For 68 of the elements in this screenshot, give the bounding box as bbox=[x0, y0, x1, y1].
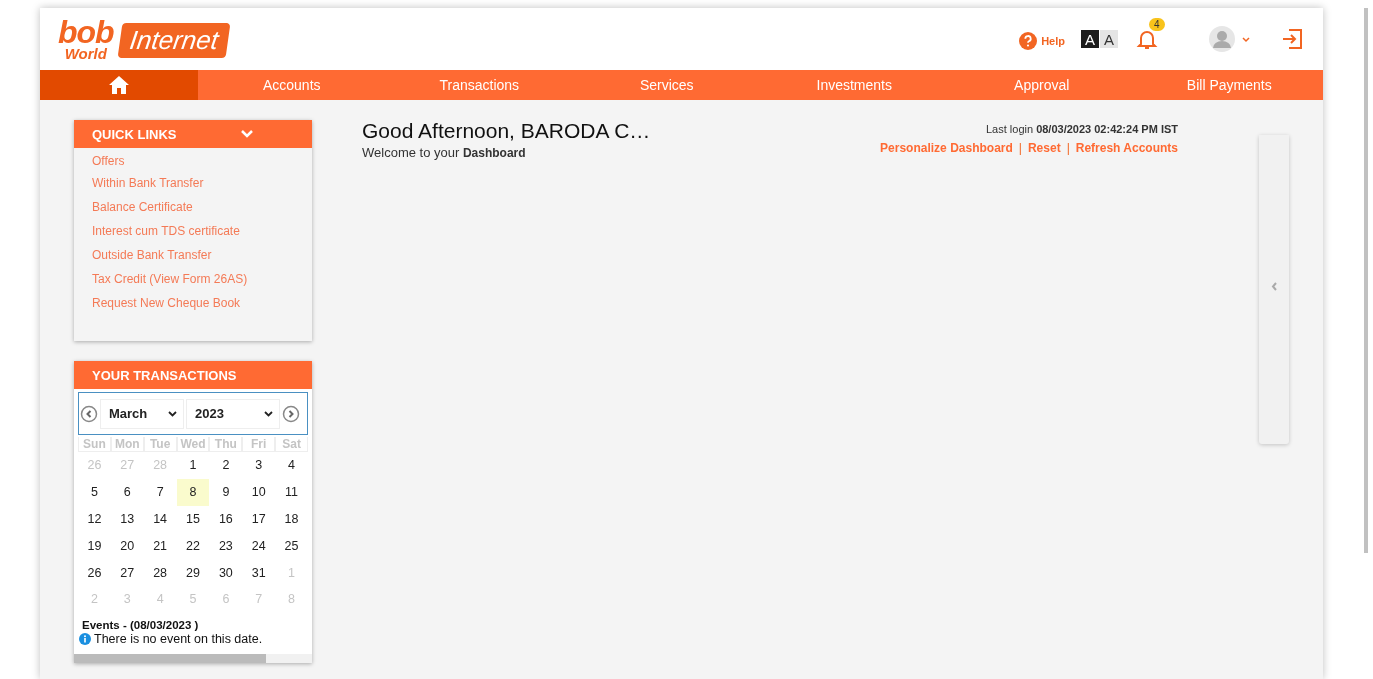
scrollbar[interactable] bbox=[1364, 8, 1368, 553]
logo-subtext: World bbox=[64, 46, 107, 61]
weekday-label: Thu bbox=[209, 437, 243, 452]
calendar-day[interactable]: 17 bbox=[242, 505, 276, 533]
calendar-day[interactable]: 27 bbox=[110, 559, 144, 586]
weekday-label: Sun bbox=[78, 437, 111, 452]
calendar-day[interactable]: 25 bbox=[275, 532, 308, 560]
calendar-day[interactable]: 28 bbox=[143, 559, 177, 586]
info-icon bbox=[79, 632, 91, 645]
link-separator: | bbox=[1018, 141, 1022, 155]
logo-text: bob bbox=[58, 17, 114, 47]
calendar-day[interactable]: 26 bbox=[78, 559, 111, 586]
card-title: QUICK LINKS bbox=[92, 126, 177, 142]
calendar-day[interactable]: 29 bbox=[176, 559, 210, 586]
calendar-day[interactable]: 6 bbox=[110, 478, 144, 506]
weekday-label: Tue bbox=[143, 437, 177, 452]
home-icon bbox=[108, 75, 130, 95]
calendar-day[interactable]: 21 bbox=[143, 532, 177, 560]
greeting: Good Afternoon, BARODA C… bbox=[362, 119, 651, 143]
font-size-button[interactable]: A bbox=[1100, 30, 1118, 48]
month-select[interactable]: March bbox=[100, 398, 184, 429]
weekday-label: Mon bbox=[110, 437, 144, 452]
calendar-day[interactable]: 7 bbox=[143, 478, 177, 506]
calendar-day[interactable]: 12 bbox=[78, 505, 111, 533]
calendar-day[interactable]: 3 bbox=[242, 452, 276, 479]
calendar-day[interactable]: 5 bbox=[78, 478, 111, 506]
events-title: Events - (08/03/2023 ) bbox=[82, 618, 200, 631]
calendar-day[interactable]: 22 bbox=[176, 532, 210, 560]
calendar-day[interactable]: 8 bbox=[176, 478, 210, 506]
year-select[interactable]: 2023 bbox=[186, 398, 280, 429]
calendar-day[interactable]: 15 bbox=[176, 505, 210, 533]
calendar-day[interactable]: 9 bbox=[209, 478, 243, 506]
card-title: YOUR TRANSACTIONS bbox=[92, 367, 237, 383]
help-icon bbox=[1019, 32, 1038, 50]
font-size-button[interactable]: A bbox=[1081, 30, 1099, 48]
link-separator: | bbox=[1066, 141, 1070, 155]
calendar-day[interactable]: 16 bbox=[209, 505, 243, 533]
calendar-day[interactable]: 30 bbox=[209, 559, 243, 586]
calendar-day[interactable]: 10 bbox=[242, 478, 276, 506]
next-icon[interactable] bbox=[282, 404, 300, 423]
calendar-day[interactable]: 4 bbox=[275, 452, 308, 479]
calendar-day[interactable]: 18 bbox=[275, 505, 308, 533]
scrollbar[interactable] bbox=[74, 654, 312, 663]
home-tab[interactable] bbox=[40, 70, 198, 100]
calendar-day[interactable]: 13 bbox=[110, 505, 144, 533]
last-login: Last login 08/03/2023 02:42:24 PM IST bbox=[985, 123, 1178, 135]
calendar-day[interactable]: 14 bbox=[143, 505, 177, 533]
weekday-label: Fri bbox=[242, 437, 276, 452]
logo-badge: Internet bbox=[117, 23, 231, 59]
calendar-day[interactable]: 23 bbox=[209, 532, 243, 560]
notification-badge: 4 bbox=[1149, 18, 1165, 31]
calendar-day[interactable]: 20 bbox=[110, 532, 144, 560]
avatar-icon[interactable] bbox=[1209, 26, 1235, 52]
calendar-day[interactable]: 31 bbox=[242, 559, 276, 586]
weekday-label: Sat bbox=[275, 437, 308, 452]
calendar-day[interactable]: 24 bbox=[242, 532, 276, 560]
chevron-icon bbox=[264, 409, 273, 418]
caret-icon[interactable] bbox=[1241, 34, 1251, 44]
calendar-day[interactable]: 11 bbox=[275, 478, 308, 506]
weekday-label: Wed bbox=[176, 437, 210, 452]
calendar-day[interactable]: 1 bbox=[176, 452, 210, 479]
calendar-day[interactable]: 19 bbox=[78, 532, 111, 560]
event-message: There is no event on this date. bbox=[94, 631, 263, 646]
welcome-text: Welcome to your Dashboard bbox=[362, 145, 527, 160]
chevron-icon bbox=[168, 409, 177, 418]
logout-icon[interactable] bbox=[1281, 28, 1303, 50]
previous-icon[interactable] bbox=[80, 404, 98, 423]
calendar-day[interactable]: 2 bbox=[209, 452, 243, 479]
